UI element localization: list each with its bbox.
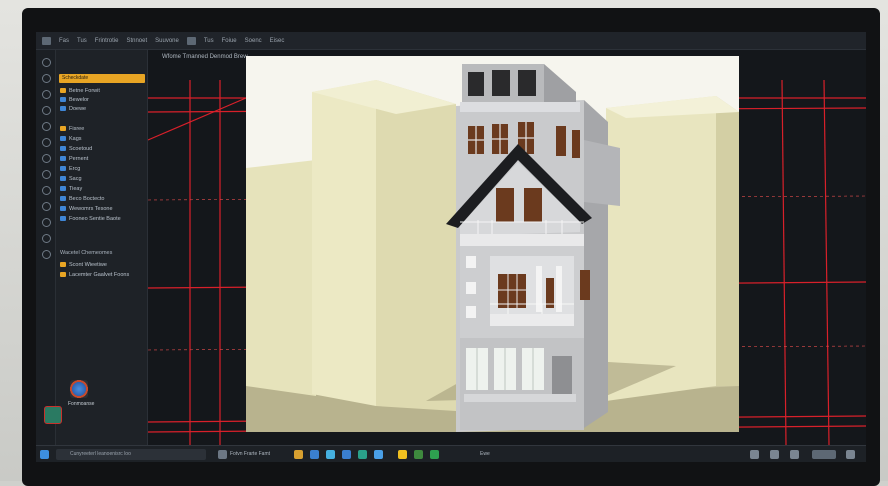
- menu-item[interactable]: Fas: [59, 38, 69, 44]
- folder-icon: [60, 272, 66, 277]
- cad-app-icon[interactable]: [414, 450, 423, 459]
- section-title[interactable]: Wacetel Chemeomes: [60, 250, 112, 256]
- tree-item[interactable]: Scoetoud: [60, 144, 146, 153]
- folder-icon: [60, 88, 66, 93]
- tree-item[interactable]: Sacg: [60, 174, 146, 183]
- folder-icon: [60, 216, 66, 221]
- teams-icon[interactable]: [358, 450, 367, 459]
- folder-icon: [60, 126, 66, 131]
- grid-tool-icon[interactable]: [42, 202, 51, 211]
- folder-icon: [60, 262, 66, 267]
- menu-item[interactable]: Eisec: [270, 38, 285, 44]
- tree-item[interactable]: Scont Wieetiwe: [60, 260, 146, 269]
- menu-item[interactable]: Foiue: [222, 38, 237, 44]
- project-browser-panel: Scheckdate Betne Forwit Bewelor Doewe Fi…: [56, 50, 148, 445]
- view-tool-icon[interactable]: [42, 154, 51, 163]
- zoom-tool-icon[interactable]: [42, 74, 51, 83]
- tree-item[interactable]: Bewelor: [60, 95, 146, 104]
- folder-icon: [60, 106, 66, 111]
- building-render: [246, 56, 739, 432]
- taskbar-search-field[interactable]: Cunyreeterl leanoenisrc loo: [56, 449, 206, 460]
- tree-item[interactable]: Beco Boctecto: [60, 194, 146, 203]
- tree-item[interactable]: Tieay: [60, 184, 146, 193]
- menu-item[interactable]: Tus: [204, 38, 214, 44]
- folder-icon: [60, 166, 66, 171]
- app-shortcut-icon[interactable]: [44, 406, 62, 424]
- menu-item[interactable]: Suuvone: [155, 38, 179, 44]
- notification-icon[interactable]: [846, 450, 855, 459]
- taskbar: Cunyreeterl leanoenisrc loo Fotvn Frarte…: [36, 445, 866, 462]
- layer-tool-icon[interactable]: [42, 122, 51, 131]
- document-tab[interactable]: Wfome Tmanned Denmod Brew: [162, 54, 248, 60]
- tree-item[interactable]: Lacemter Gaalvet Foons: [60, 270, 146, 279]
- spreadsheet-icon[interactable]: [430, 450, 439, 459]
- clock-icon[interactable]: [812, 450, 836, 459]
- open-app-label[interactable]: Fotvn Frarte Famt: [230, 451, 270, 457]
- orbit-tool-icon[interactable]: [42, 90, 51, 99]
- panel-search-field[interactable]: Scheckdate: [59, 74, 145, 83]
- app-menu-icon[interactable]: [42, 37, 51, 45]
- network-icon[interactable]: [750, 450, 759, 459]
- toolbar-icon[interactable]: [187, 37, 196, 45]
- tree-item[interactable]: Betne Forwit: [60, 86, 146, 95]
- top-toolbar: Fas Tus Frintrotie Stnnoet Suuvone Tus F…: [36, 32, 866, 50]
- tree-item[interactable]: Wewomrs Tesone: [60, 204, 146, 213]
- menu-item[interactable]: Tus: [77, 38, 87, 44]
- file-explorer-icon[interactable]: [294, 450, 303, 459]
- tree-item[interactable]: Kags: [60, 134, 146, 143]
- desktop-icon-label: Fonmoanse: [68, 401, 94, 407]
- rendered-building-viewport[interactable]: [246, 56, 739, 432]
- tree-item[interactable]: Pernent: [60, 154, 146, 163]
- settings-tool-icon[interactable]: [42, 234, 51, 243]
- drawing-canvas[interactable]: Wfome Tmanned Denmod Brew: [148, 50, 866, 445]
- help-tool-icon[interactable]: [42, 250, 51, 259]
- select-tool-icon[interactable]: [42, 106, 51, 115]
- folder-icon: [60, 97, 66, 102]
- volume-icon[interactable]: [770, 450, 779, 459]
- folder-icon: [60, 176, 66, 181]
- edge-icon[interactable]: [326, 450, 335, 459]
- menu-item[interactable]: Frintrotie: [95, 38, 119, 44]
- tree-item[interactable]: Doewe: [60, 104, 146, 113]
- folder-icon: [60, 186, 66, 191]
- task-view-icon[interactable]: [218, 450, 227, 459]
- notes-icon[interactable]: [398, 450, 407, 459]
- monitor-screen: Fas Tus Frintrotie Stnnoet Suuvone Tus F…: [36, 32, 866, 462]
- browser-app-icon[interactable]: [70, 380, 88, 398]
- pan-tool-icon[interactable]: [42, 58, 51, 67]
- menu-item[interactable]: Stnnoet: [126, 38, 147, 44]
- snap-tool-icon[interactable]: [42, 186, 51, 195]
- tree-item[interactable]: Ercg: [60, 164, 146, 173]
- battery-icon[interactable]: [790, 450, 799, 459]
- store-icon[interactable]: [342, 450, 351, 459]
- folder-icon: [60, 136, 66, 141]
- folder-icon: [60, 206, 66, 211]
- folder-icon: [60, 146, 66, 151]
- folder-icon: [60, 156, 66, 161]
- export-tool-icon[interactable]: [42, 218, 51, 227]
- render-tool-icon[interactable]: [42, 170, 51, 179]
- folder-icon: [60, 196, 66, 201]
- tree-item[interactable]: Fooneo Sentie Baote: [60, 214, 146, 223]
- start-icon[interactable]: [40, 450, 49, 459]
- photos-icon[interactable]: [374, 450, 383, 459]
- measure-tool-icon[interactable]: [42, 138, 51, 147]
- menu-item[interactable]: Soenc: [245, 38, 262, 44]
- mail-icon[interactable]: [310, 450, 319, 459]
- tree-item[interactable]: Fisree: [60, 124, 146, 133]
- tool-icon-strip: [36, 50, 56, 445]
- tray-label: Ewe: [480, 451, 490, 457]
